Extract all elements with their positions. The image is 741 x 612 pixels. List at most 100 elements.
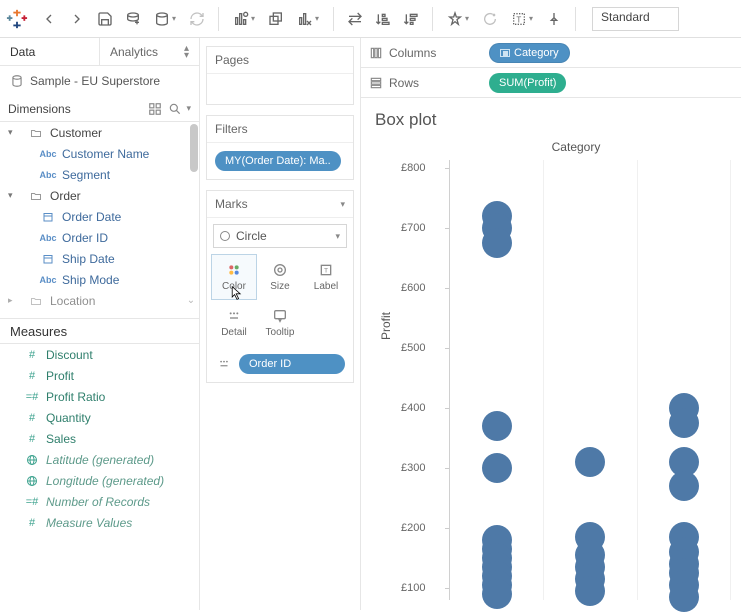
btn-label: Detail [221, 327, 247, 338]
dropdown-icon[interactable]: ▾ [186, 103, 191, 114]
number-icon: # [22, 370, 42, 382]
data-pane: Data Analytics▴▾ Sample - EU Superstore … [0, 38, 200, 610]
chart-area[interactable]: Profit £100£200£300£400£500£600£700£800 [401, 160, 731, 600]
marks-color-button[interactable]: Color [211, 254, 257, 300]
folder-customer[interactable]: ▾Customer [0, 122, 199, 143]
marks-detail-row: Order ID [207, 350, 353, 382]
field-measure-values[interactable]: #Measure Values [0, 512, 199, 533]
field-ship-mode[interactable]: AbcShip Mode [0, 269, 199, 290]
rows-pill-profit[interactable]: SUM(Profit) [489, 73, 566, 93]
data-mark[interactable] [482, 228, 512, 258]
marks-size-button[interactable]: Size [257, 254, 303, 300]
rows-icon [369, 76, 383, 90]
field-segment[interactable]: AbcSegment [0, 164, 199, 185]
field-profit-ratio[interactable]: =#Profit Ratio [0, 386, 199, 407]
field-customer-name[interactable]: AbcCustomer Name [0, 143, 199, 164]
pill-label: Order ID [249, 358, 291, 370]
filters-dropzone[interactable]: MY(Order Date): Ma.. [207, 143, 353, 179]
field-quantity[interactable]: #Quantity [0, 407, 199, 428]
scrollbar[interactable] [189, 122, 199, 318]
sort-asc-button[interactable] [370, 6, 396, 32]
folder-location[interactable]: ▸Location⌄ [0, 290, 199, 311]
data-mark[interactable] [482, 453, 512, 483]
clear-sheet-dropdown[interactable] [291, 6, 325, 32]
field-label: Latitude (generated) [46, 453, 154, 467]
field-label: Profit Ratio [46, 390, 105, 404]
field-label: Discount [46, 348, 93, 362]
btn-label: Label [314, 281, 338, 292]
back-button[interactable] [36, 6, 62, 32]
field-discount[interactable]: #Discount [0, 344, 199, 365]
datasource-row[interactable]: Sample - EU Superstore [0, 66, 199, 96]
pages-dropzone[interactable] [207, 74, 353, 104]
labels-dropdown[interactable]: T [505, 6, 539, 32]
y-tick-label: £800 [401, 162, 425, 174]
field-ship-date[interactable]: Ship Date [0, 248, 199, 269]
data-mark[interactable] [669, 471, 699, 501]
data-mark[interactable] [669, 582, 699, 612]
field-latitude[interactable]: Latitude (generated) [0, 449, 199, 470]
detail-pill-orderid[interactable]: Order ID [239, 354, 345, 374]
viz-title[interactable]: Box plot [375, 110, 731, 130]
folder-order[interactable]: ▾Order [0, 185, 199, 206]
field-label: Ship Date [62, 252, 115, 266]
mark-type-selector[interactable]: Circle▾ [213, 224, 347, 248]
number-icon: =# [22, 496, 42, 508]
y-axis-title: Profit [379, 312, 393, 340]
field-order-date[interactable]: Order Date [0, 206, 199, 227]
columns-pill-category[interactable]: Category [489, 43, 570, 63]
search-icon[interactable] [168, 102, 182, 116]
y-tick-label: £700 [401, 222, 425, 234]
data-mark[interactable] [669, 408, 699, 438]
field-label: Ship Mode [62, 273, 119, 287]
y-tick-label: £400 [401, 402, 425, 414]
sort-desc-button[interactable] [398, 6, 424, 32]
field-profit[interactable]: #Profit [0, 365, 199, 386]
new-datasource-button[interactable] [120, 6, 146, 32]
geo-icon [26, 475, 38, 487]
datasource-icon [10, 74, 24, 88]
filter-pill-orderdate[interactable]: MY(Order Date): Ma.. [215, 151, 341, 171]
data-mark[interactable] [482, 579, 512, 609]
forward-button[interactable] [64, 6, 90, 32]
field-order-id[interactable]: AbcOrder ID [0, 227, 199, 248]
marks-tooltip-button[interactable]: Tooltip [257, 300, 303, 346]
marks-detail-button[interactable]: Detail [211, 300, 257, 346]
new-worksheet-dropdown[interactable] [227, 6, 261, 32]
btn-label: Size [270, 281, 289, 292]
dropdown-icon[interactable]: ▾ [340, 199, 345, 210]
data-mark[interactable] [482, 411, 512, 441]
view-icon[interactable] [148, 102, 162, 116]
marks-label-button[interactable]: TLabel [303, 254, 349, 300]
swap-button[interactable] [342, 6, 368, 32]
highlight-dropdown[interactable] [441, 6, 475, 32]
data-mark[interactable] [575, 576, 605, 606]
columns-shelf[interactable]: Columns Category [361, 38, 741, 68]
field-sales[interactable]: #Sales [0, 428, 199, 449]
field-num-records[interactable]: =#Number of Records [0, 491, 199, 512]
pin-button[interactable] [541, 6, 567, 32]
btn-label: Tooltip [266, 327, 295, 338]
card-header: Pages [207, 47, 353, 74]
dimensions-header: Dimensions ▾ [0, 96, 199, 122]
column-header: Category [371, 140, 731, 154]
tab-data[interactable]: Data [0, 38, 100, 65]
group-button[interactable] [477, 6, 503, 32]
columns-icon [369, 46, 383, 60]
fit-selector[interactable]: Standard [592, 7, 679, 31]
pill-label: Category [514, 47, 559, 59]
field-label: Segment [62, 168, 110, 182]
rows-shelf[interactable]: Rows SUM(Profit) [361, 68, 741, 98]
duplicate-sheet-button[interactable] [263, 6, 289, 32]
tab-analytics[interactable]: Analytics▴▾ [100, 38, 199, 65]
field-label: Order ID [62, 231, 108, 245]
measures-header: Measures [0, 318, 199, 344]
y-tick-label: £100 [401, 582, 425, 594]
save-button[interactable] [92, 6, 118, 32]
tooltip-icon [272, 308, 288, 324]
data-mark[interactable] [575, 447, 605, 477]
autoupdate-dropdown[interactable] [148, 6, 182, 32]
field-label: Order Date [62, 210, 121, 224]
refresh-button[interactable] [184, 6, 210, 32]
field-longitude[interactable]: Longitude (generated) [0, 470, 199, 491]
